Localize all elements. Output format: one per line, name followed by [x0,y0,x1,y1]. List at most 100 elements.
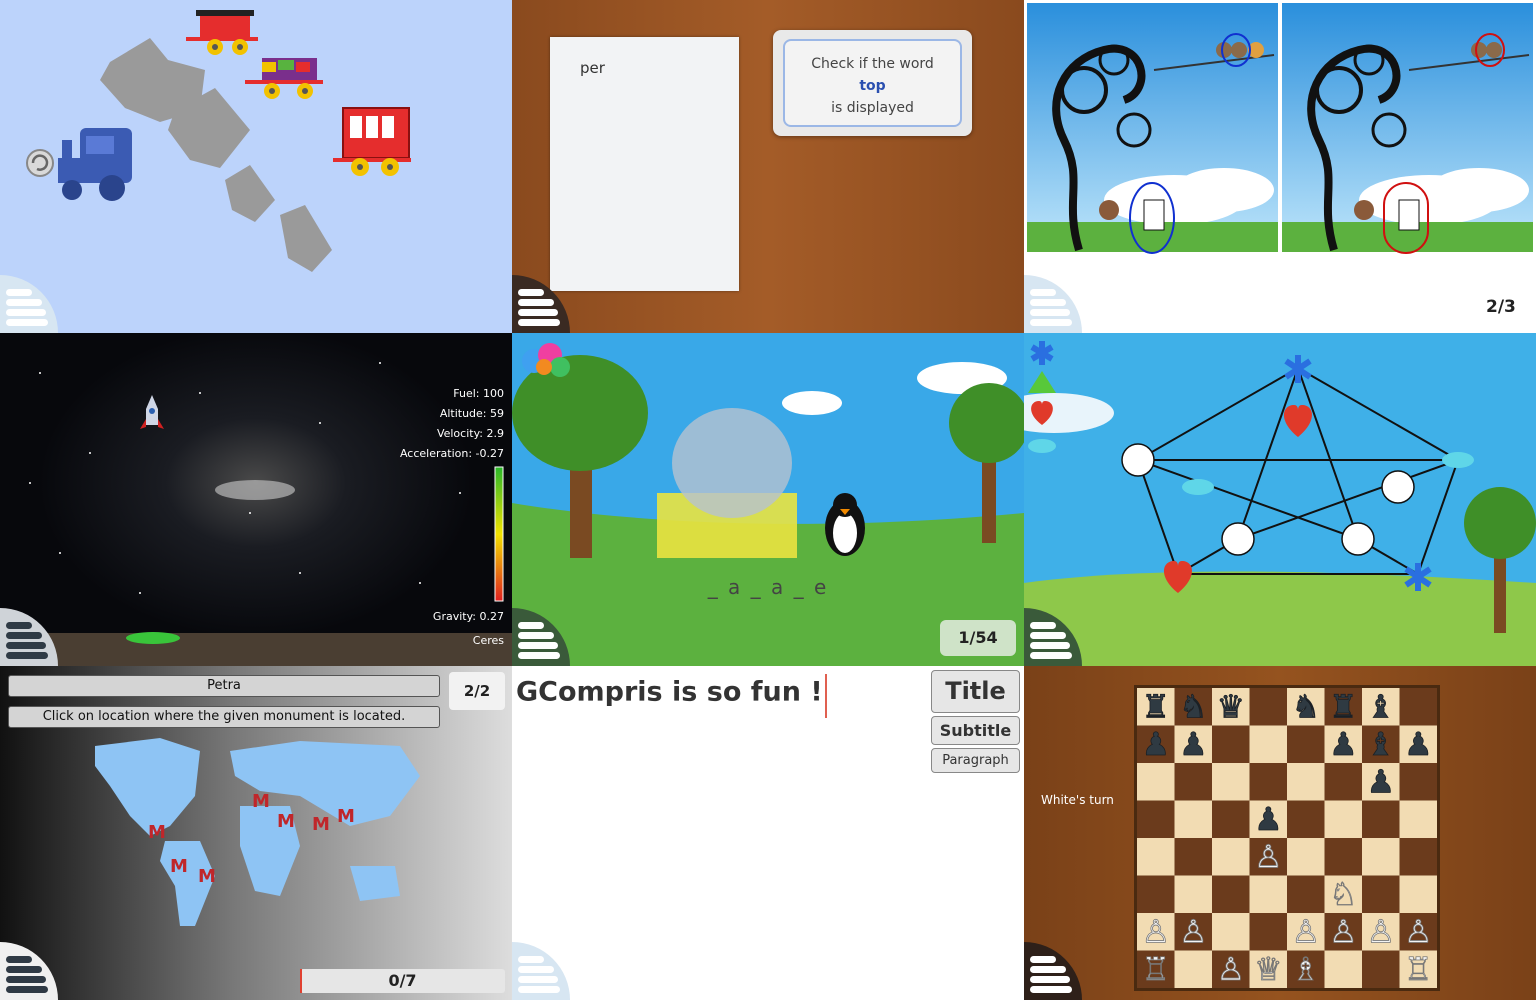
board-square[interactable] [1212,800,1250,839]
monument-marker[interactable]: M [148,822,166,843]
menu-button[interactable] [512,942,570,1000]
rocket[interactable] [140,395,164,429]
black-piece[interactable]: ♞ [1179,688,1208,726]
board-square[interactable] [1362,875,1400,914]
board-square[interactable] [1174,875,1213,914]
board-square[interactable] [1287,800,1325,839]
board-square[interactable] [1174,950,1213,989]
board-square[interactable] [1249,725,1288,764]
panel-chess: White's turn ♜ ♞ ♛ ♞ ♜ ♝ ♟ ♟ ♟ ♝ ♟ ♟ ♟ ♙ ♘ ♙ ♙ ♙ ♙ ♙ ♙ ♖ ♙ ♕ ♗ ♖ [1024,666,1536,1000]
prompt-line1: Check if the word [811,56,934,72]
black-piece[interactable]: ♟ [1404,724,1433,763]
board-square[interactable] [1362,800,1400,839]
black-piece[interactable]: ♟ [1141,724,1170,763]
board-square[interactable] [1324,838,1363,876]
board-square[interactable] [1137,800,1175,839]
right-image[interactable] [1282,3,1533,254]
board-square[interactable] [1212,875,1250,914]
blue-locomotive[interactable] [58,128,132,201]
white-piece[interactable]: ♙ [1216,949,1245,988]
score-bar: 0/7 [300,969,505,993]
board-square[interactable] [1324,763,1363,801]
white-piece[interactable]: ♙ [1329,912,1358,951]
black-piece[interactable]: ♟ [1254,799,1283,838]
board-square[interactable] [1399,763,1438,801]
panel-lander: Fuel: 100 Altitude: 59 Velocity: 2.9 Acc… [0,333,512,666]
white-piece[interactable]: ♙ [1141,912,1170,951]
board-square[interactable] [1212,838,1250,876]
monument-marker[interactable]: M [337,806,355,827]
chess-board[interactable]: ♜ ♞ ♛ ♞ ♜ ♝ ♟ ♟ ♟ ♝ ♟ ♟ ♟ ♙ ♘ ♙ ♙ ♙ ♙ ♙ ♙ ♖ ♙ ♕ ♗ ♖ [1134,685,1440,991]
menu-button[interactable] [1024,942,1082,1000]
black-piece[interactable]: ♜ [1329,688,1358,726]
hangman-counter: 1/54 [940,620,1016,656]
white-piece[interactable]: ♙ [1254,837,1283,876]
board-square[interactable] [1324,800,1363,839]
altitude-readout: Altitude: 59 [439,407,504,420]
board-square[interactable] [1287,838,1325,876]
title-button[interactable]: Title [931,670,1020,713]
white-piece[interactable]: ♖ [1404,949,1433,988]
white-piece[interactable]: ♙ [1366,912,1395,951]
turn-status: White's turn [1041,793,1114,807]
white-piece[interactable]: ♗ [1291,949,1320,988]
board-square[interactable] [1399,838,1438,876]
board-square[interactable] [1249,763,1288,801]
panel-hangman: _ a _ a _ e 1/54 [512,333,1024,666]
board-square[interactable] [1399,800,1438,839]
white-piece[interactable]: ♙ [1291,912,1320,951]
black-piece[interactable]: ♟ [1329,724,1358,763]
board-square[interactable] [1287,875,1325,914]
board-square[interactable] [1399,875,1438,914]
board-squares[interactable]: ♜ ♞ ♛ ♞ ♜ ♝♟ ♟ ♟ ♝ ♟♟♟♙♘♙ ♙ ♙ ♙ ♙ ♙♖ ♙ ♕ ♗ ♖ [1137,688,1437,988]
board-square[interactable] [1324,950,1363,989]
monument-marker[interactable]: M [170,856,188,877]
monument-marker[interactable]: M [252,791,270,812]
board-square[interactable] [1249,913,1288,951]
editor-area[interactable]: GCompris is so fun ! [516,674,926,718]
reset-icon[interactable] [26,149,54,177]
board-square[interactable] [1399,688,1438,726]
board-square[interactable] [1287,763,1325,801]
left-image[interactable] [1027,3,1278,254]
white-piece[interactable]: ♕ [1254,949,1283,988]
coal-car[interactable] [186,10,258,55]
board-square[interactable] [1137,875,1175,914]
board-square[interactable] [1362,950,1400,989]
monument-marker[interactable]: M [312,814,330,835]
paragraph-button[interactable]: Paragraph [931,748,1020,773]
black-piece[interactable]: ♟ [1179,724,1208,763]
black-piece[interactable]: ♝ [1366,688,1395,726]
board-square[interactable] [1174,838,1213,876]
board-square[interactable] [1174,800,1213,839]
board-square[interactable] [1362,838,1400,876]
board-square[interactable] [1212,763,1250,801]
board-square[interactable] [1249,875,1288,914]
monument-marker[interactable]: M [277,811,295,832]
subtitle-button[interactable]: Subtitle [931,716,1020,745]
monument-marker[interactable]: M [198,866,216,887]
board-square[interactable] [1212,913,1250,951]
velocity-readout: Velocity: 2.9 [436,427,504,440]
board-square[interactable] [1174,763,1213,801]
landing-pad [126,632,180,644]
white-piece[interactable]: ♘ [1329,874,1358,913]
differences-scene [1027,3,1533,254]
black-piece[interactable]: ♛ [1216,688,1245,726]
board-square[interactable] [1287,725,1325,764]
black-piece[interactable]: ♟ [1366,762,1395,801]
toy-car[interactable] [245,58,323,99]
world-map[interactable] [0,666,512,1000]
board-square[interactable] [1249,688,1288,726]
white-piece[interactable]: ♙ [1179,912,1208,951]
peacock-icon[interactable] [522,343,570,377]
white-piece[interactable]: ♖ [1141,949,1170,988]
black-piece[interactable]: ♜ [1141,688,1170,726]
board-square[interactable] [1212,725,1250,764]
board-square[interactable] [1137,763,1175,801]
passenger-car[interactable] [333,107,411,176]
white-piece[interactable]: ♙ [1404,912,1433,951]
board-square[interactable] [1137,838,1175,876]
black-piece[interactable]: ♝ [1366,724,1395,763]
black-piece[interactable]: ♞ [1291,688,1320,726]
